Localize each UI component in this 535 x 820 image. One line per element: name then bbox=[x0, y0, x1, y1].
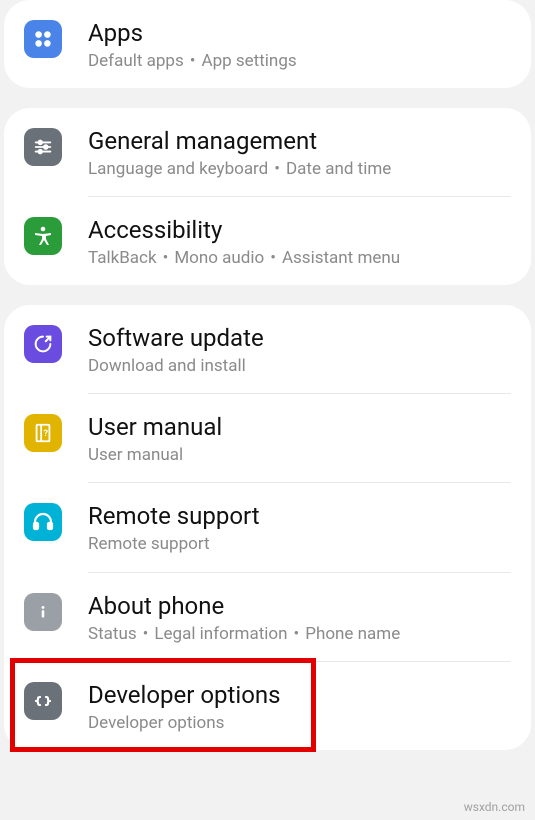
text-block: About phoneStatus•Legal information•Phon… bbox=[88, 591, 511, 645]
dot-separator: • bbox=[270, 248, 276, 268]
item-title: About phone bbox=[88, 591, 511, 621]
subtitle-part: Assistant menu bbox=[282, 248, 400, 268]
item-title: Apps bbox=[88, 18, 511, 48]
svg-text:?: ? bbox=[43, 429, 48, 439]
subtitle-part: App settings bbox=[201, 51, 296, 71]
settings-item-software-update[interactable]: Software update Download and install bbox=[4, 305, 531, 393]
settings-item-remote-support[interactable]: Remote support Remote support bbox=[4, 483, 531, 571]
subtitle-part: Developer options bbox=[88, 713, 224, 733]
subtitle-part: Remote support bbox=[88, 534, 210, 554]
item-subtitle: TalkBack•Mono audio•Assistant menu bbox=[88, 247, 511, 269]
settings-item-general-management[interactable]: General management Language and keyboard •… bbox=[4, 108, 531, 196]
subtitle-part: TalkBack bbox=[88, 248, 157, 268]
item-title: Accessibility bbox=[88, 215, 511, 245]
item-title: Remote support bbox=[88, 501, 511, 531]
text-block: Apps Default apps •App settings bbox=[88, 18, 511, 72]
item-subtitle: Remote support bbox=[88, 533, 511, 555]
text-block: Developer options Developer options bbox=[88, 680, 511, 734]
code-icon bbox=[24, 682, 62, 720]
accessibility-icon bbox=[24, 217, 62, 255]
text-block: General management Language and keyboard •… bbox=[88, 126, 511, 180]
item-subtitle: Developer options bbox=[88, 712, 511, 734]
item-subtitle: User manual bbox=[88, 444, 511, 466]
subtitle-part: User manual bbox=[88, 445, 183, 465]
dot-separator: • bbox=[163, 248, 169, 268]
dot-separator: • bbox=[294, 624, 300, 644]
settings-card: General management Language and keyboard •… bbox=[4, 108, 531, 285]
settings-item-user-manual[interactable]: ? User manual User manual bbox=[4, 394, 531, 482]
text-block: User manual User manual bbox=[88, 412, 511, 466]
update-icon bbox=[24, 325, 62, 363]
dot-separator: • bbox=[143, 624, 149, 644]
manual-icon: ? bbox=[24, 414, 62, 452]
text-block: Remote support Remote support bbox=[88, 501, 511, 555]
watermark: wsxdn.com bbox=[464, 800, 525, 814]
item-title: Developer options bbox=[88, 680, 511, 710]
settings-item-about-phone[interactable]: About phoneStatus•Legal information•Phon… bbox=[4, 573, 531, 661]
subtitle-part: Download and install bbox=[88, 356, 246, 376]
sliders-icon bbox=[24, 128, 62, 166]
item-subtitle: Status•Legal information•Phone name bbox=[88, 623, 511, 645]
text-block: AccessibilityTalkBack•Mono audio•Assista… bbox=[88, 215, 511, 269]
subtitle-part: Default apps bbox=[88, 51, 184, 71]
dot-separator: • bbox=[190, 51, 196, 71]
settings-item-apps[interactable]: Apps Default apps •App settings bbox=[4, 0, 531, 88]
info-icon bbox=[24, 593, 62, 631]
subtitle-part: Mono audio bbox=[174, 248, 264, 268]
apps-icon bbox=[24, 20, 62, 58]
item-title: Software update bbox=[88, 323, 511, 353]
text-block: Software update Download and install bbox=[88, 323, 511, 377]
subtitle-part: Date and time bbox=[286, 159, 391, 179]
subtitle-part: Status bbox=[88, 624, 137, 644]
item-subtitle: Default apps •App settings bbox=[88, 50, 511, 72]
subtitle-part: Phone name bbox=[305, 624, 400, 644]
dot-separator: • bbox=[274, 159, 280, 179]
subtitle-part: Legal information bbox=[154, 624, 287, 644]
item-subtitle: Download and install bbox=[88, 355, 511, 377]
item-title: General management bbox=[88, 126, 511, 156]
settings-card: Apps Default apps •App settings bbox=[4, 0, 531, 88]
settings-item-accessibility[interactable]: AccessibilityTalkBack•Mono audio•Assista… bbox=[4, 197, 531, 285]
settings-item-developer-options[interactable]: Developer options Developer options bbox=[4, 662, 531, 750]
headset-icon bbox=[24, 503, 62, 541]
subtitle-part: Language and keyboard bbox=[88, 159, 268, 179]
item-title: User manual bbox=[88, 412, 511, 442]
settings-card: Software update Download and install ? Us… bbox=[4, 305, 531, 749]
item-subtitle: Language and keyboard • Date and time bbox=[88, 158, 511, 180]
